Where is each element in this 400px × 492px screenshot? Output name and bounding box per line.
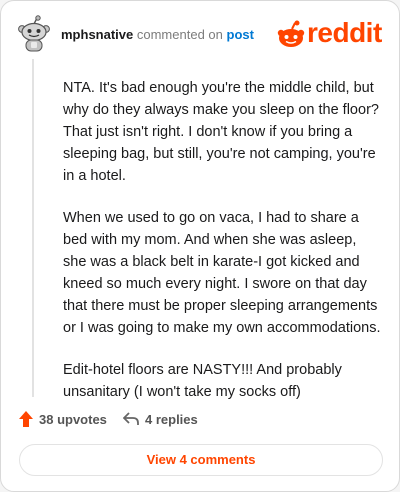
comment-paragraph: When we used to go on vaca, I had to sha…	[63, 210, 381, 336]
reply-arrow-icon	[123, 412, 139, 425]
replies-count: 4 replies	[145, 412, 198, 427]
comment-paragraph: Edit-hotel floors are NASTY!!! And proba…	[63, 362, 342, 400]
snoo-avatar-icon[interactable]	[17, 15, 51, 53]
comment-meta: mphsnative commented on post	[61, 27, 254, 42]
view-comments-button[interactable]: View 4 comments	[19, 444, 383, 476]
upvote-count: 38 upvotes	[39, 412, 107, 427]
upvote-arrow-icon	[19, 411, 33, 427]
comment-card: mphsnative commented on post reddit NTA.…	[0, 0, 400, 492]
reddit-logo-icon	[277, 20, 305, 47]
thread-line[interactable]	[32, 59, 34, 397]
comment-body: NTA. It's bad enough you're the middle c…	[63, 77, 383, 423]
username-link[interactable]: mphsnative	[61, 27, 133, 42]
comment-paragraph: NTA. It's bad enough you're the middle c…	[63, 80, 379, 184]
reddit-logo[interactable]: reddit	[277, 17, 383, 51]
brand-wordmark: reddit	[307, 17, 382, 48]
post-link[interactable]: post	[227, 27, 254, 42]
action-text: commented on	[136, 27, 223, 42]
comment-header: mphsnative commented on post reddit	[17, 15, 383, 55]
